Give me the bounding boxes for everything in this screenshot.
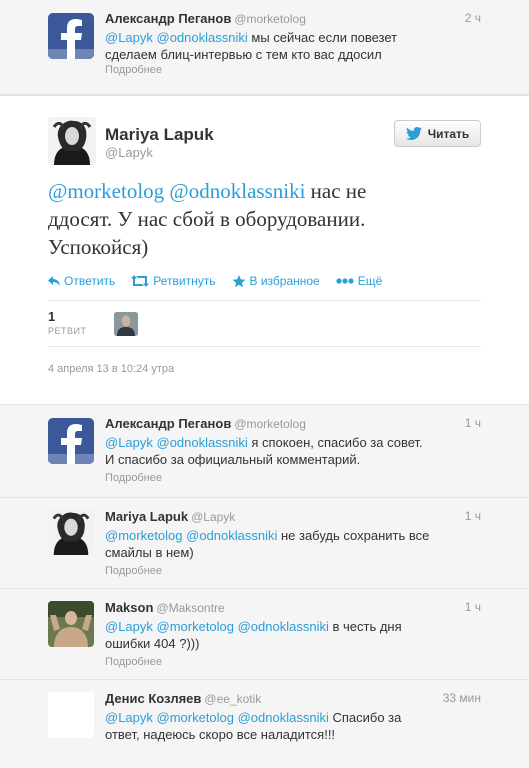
reply-icon	[48, 276, 60, 286]
tweet-reply[interactable]: Makson @Maksontre 1 ч @Lapyk @morketolog …	[0, 589, 529, 680]
details-link[interactable]: Подробнее	[105, 656, 481, 668]
author-name[interactable]: Александр Пеганов	[105, 416, 231, 431]
tweet-actions: Ответить Ретвитнуть В избранное Ещё	[48, 274, 398, 288]
tweet-body: Makson @Maksontre 1 ч @Lapyk @morketolog …	[105, 600, 481, 668]
tweet-text: @morketolog @odnoklassniki нас не ддосят…	[48, 179, 367, 259]
mention-link[interactable]: @odnoklassniki	[169, 179, 305, 203]
tweet-body: Mariya Lapuk @Lapyk 1 ч @morketolog @odno…	[105, 509, 481, 577]
tweet-text: @Lapyk @morketolog @odnoklassniki в чест…	[105, 619, 402, 651]
author-name[interactable]: Александр Пеганов	[105, 11, 231, 26]
retweeter-avatar[interactable]	[114, 312, 138, 336]
facebook-logo-icon	[48, 418, 94, 464]
tweet-time[interactable]: 1 ч	[465, 509, 481, 523]
more-action[interactable]: Ещё	[336, 274, 382, 288]
author-handle[interactable]: @Lapyk	[105, 145, 153, 160]
retweet-icon	[131, 275, 150, 287]
mention-links[interactable]: @Lapyk @odnoklassniki	[105, 435, 248, 450]
mention-links[interactable]: @Lapyk @morketolog @odnoklassniki	[105, 710, 329, 725]
details-link[interactable]: Подробнее	[105, 64, 481, 76]
retweet-label: РЕТВИТ	[48, 326, 87, 336]
author-name[interactable]: Денис Козляев	[105, 691, 201, 706]
author-name[interactable]: Makson	[105, 600, 153, 615]
author-handle[interactable]: @ee_kotik	[204, 692, 261, 706]
follow-label: Читать	[427, 126, 470, 141]
tweet-time[interactable]: 1 ч	[465, 416, 481, 430]
tweet-body: Денис Козляев @ee_kotik 33 мин @Lapyk @mo…	[105, 691, 481, 743]
person-photo-icon	[48, 509, 94, 555]
details-link[interactable]: Подробнее	[105, 565, 481, 577]
facebook-avatar[interactable]	[48, 418, 94, 464]
person-photo-icon	[48, 601, 94, 647]
author-name[interactable]: Mariya Lapuk	[105, 125, 214, 145]
mention-links[interactable]: @Lapyk @morketolog @odnoklassniki	[105, 619, 329, 634]
tweet-reply[interactable]: Mariya Lapuk @Lapyk 1 ч @morketolog @odno…	[0, 498, 529, 589]
author-handle[interactable]: @morketolog	[234, 417, 306, 431]
tweet-time[interactable]: 1 ч	[465, 600, 481, 614]
avatar[interactable]	[48, 692, 94, 738]
tweet-text: @Lapyk @morketolog @odnoklassniki Спасиб…	[105, 710, 402, 742]
tweet-text: @Lapyk @odnoklassniki мы сейчас если пов…	[105, 30, 398, 62]
person-photo-icon	[48, 117, 96, 165]
author-handle[interactable]: @morketolog	[234, 12, 306, 26]
tweet-body: Александр Пеганов @morketolog 1 ч @Lapyk …	[105, 416, 481, 484]
author-handle[interactable]: @Maksontre	[156, 601, 224, 615]
mention-link[interactable]: @odnoklassniki	[157, 30, 248, 45]
star-icon	[232, 274, 245, 287]
avatar[interactable]	[48, 601, 94, 647]
facebook-logo-icon	[48, 13, 94, 59]
avatar[interactable]	[48, 117, 96, 165]
person-photo-icon	[114, 312, 138, 336]
retweet-count[interactable]: 1	[48, 309, 55, 324]
tweet-time[interactable]: 33 мин	[443, 691, 481, 705]
retweet-action[interactable]: Ретвитнуть	[131, 274, 216, 288]
avatar[interactable]	[48, 509, 94, 555]
tweet-reply[interactable]: Денис Козляев @ee_kotik 33 мин @Lapyk @mo…	[0, 680, 529, 768]
author-name[interactable]: Mariya Lapuk	[105, 509, 188, 524]
tweet-top[interactable]: Александр Пеганов @morketolog 2 ч @Lapyk …	[0, 0, 529, 95]
tweet-body: Александр Пеганов @morketolog 2 ч @Lapyk …	[105, 11, 481, 76]
tweet-reply[interactable]: Александр Пеганов @morketolog 1 ч @Lapyk …	[0, 405, 529, 498]
divider	[48, 300, 481, 301]
favorite-action[interactable]: В избранное	[232, 274, 320, 288]
tweet-text: @morketolog @odnoklassniki не забудь сох…	[105, 528, 430, 560]
reply-action[interactable]: Ответить	[48, 274, 115, 288]
mention-link[interactable]: @morketolog	[48, 179, 164, 203]
facebook-avatar[interactable]	[48, 13, 94, 59]
mention-link[interactable]: @Lapyk	[105, 30, 153, 45]
details-link[interactable]: Подробнее	[105, 472, 481, 484]
expanded-tweet: Mariya Lapuk @Lapyk Читать @morketolog @…	[0, 95, 529, 405]
tweet-date[interactable]: 4 апреля 13 в 10:24 утра	[48, 363, 174, 375]
follow-button[interactable]: Читать	[394, 120, 481, 147]
divider	[48, 346, 481, 347]
twitter-bird-icon	[405, 127, 422, 140]
tweet-time[interactable]: 2 ч	[465, 11, 481, 25]
more-dots-icon	[336, 278, 354, 284]
author-handle[interactable]: @Lapyk	[191, 510, 235, 524]
mention-links[interactable]: @morketolog @odnoklassniki	[105, 528, 277, 543]
tweet-text: @Lapyk @odnoklassniki я спокоен, спасибо…	[105, 435, 423, 467]
